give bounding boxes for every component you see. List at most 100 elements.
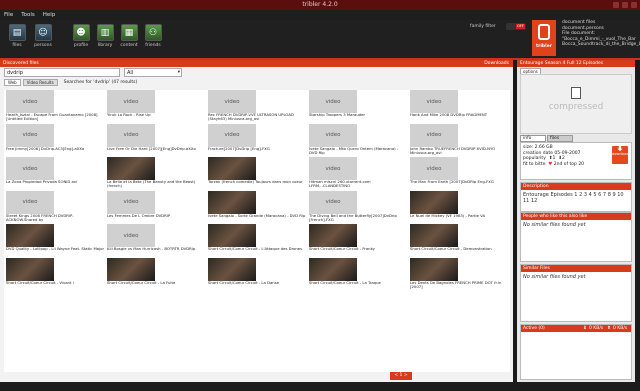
- result-title: John Rambo TRUEFRENCH DVDRIP XVID-NYO Mi…: [410, 146, 496, 155]
- info-rank: 2nd of top 20: [553, 161, 585, 167]
- result-title: Les Dents De Bagnoles FRENCH PRIME DOT f…: [410, 280, 502, 289]
- video-placeholder-icon: video: [107, 190, 155, 214]
- result-item[interactable]: Short Circuit/Coeur Circuit - La Danse: [208, 257, 309, 292]
- family-filter-toggle[interactable]: OFF: [506, 23, 526, 30]
- result-item[interactable]: Le Nuel de Mickey (VF 1983) - Partie VA: [410, 190, 511, 225]
- info-tabs: info files: [520, 135, 573, 142]
- persons-icon: ☺: [34, 24, 52, 41]
- result-item[interactable]: video The Diving Bell and the Butterfly[2…: [309, 190, 410, 225]
- people-also-like-empty: No similar files found yet: [523, 222, 586, 228]
- result-item[interactable]: Short Circuit/Coeur Circuit - Vivant !: [6, 257, 107, 292]
- content-label: content: [120, 43, 138, 48]
- search-input[interactable]: dvdrip: [4, 68, 120, 77]
- menu-file[interactable]: File: [4, 10, 13, 20]
- content-button[interactable]: ▦ content: [118, 24, 140, 48]
- close-button[interactable]: [631, 2, 637, 8]
- active-label: Active (0): [523, 326, 545, 331]
- video-placeholder-icon: video: [410, 157, 458, 180]
- description-header: Description: [521, 183, 631, 190]
- download-button[interactable]: ⬇ download: [612, 144, 629, 164]
- result-item[interactable]: Short Circuit/Coeur Circuit - La Fuite: [107, 257, 208, 292]
- tab-video-results[interactable]: Video Results: [22, 79, 58, 86]
- result-item[interactable]: video Starship Troopers 3 Marauder: [309, 90, 410, 124]
- video-placeholder-icon: video: [208, 123, 256, 147]
- result-thumbnail: [107, 157, 155, 180]
- result-thumbnail: [6, 257, 54, 281]
- result-item[interactable]: video The Man From Earth [2007]DvDRip Eng…: [410, 157, 511, 191]
- info-popularity: popularity: [523, 156, 546, 161]
- friends-button[interactable]: ⚇ friends: [142, 24, 164, 48]
- result-thumbnail: [410, 224, 458, 247]
- result-item[interactable]: video Fracture[2007]DvDrip [Eng]-FXG: [208, 123, 309, 158]
- persons-button[interactable]: ☺ persons: [32, 24, 54, 48]
- result-item[interactable]: video Kill Bosgie vs Man Hurricash - BOTR…: [107, 224, 208, 258]
- menu-bar: File Tools Help: [0, 10, 640, 20]
- profile-icon: ☻: [72, 24, 90, 41]
- library-button[interactable]: ▥ library: [94, 24, 116, 48]
- video-placeholder-icon: video: [208, 90, 256, 113]
- result-title: Short Circuit/Coeur Circuit - L'Attaque …: [208, 247, 303, 251]
- people-also-like-header: People who like this also like: [521, 213, 631, 220]
- tab-files[interactable]: files: [547, 135, 573, 142]
- category-select[interactable]: All ▾: [124, 68, 182, 77]
- maximize-button[interactable]: [622, 2, 628, 8]
- tab-web[interactable]: Web: [4, 79, 21, 86]
- video-placeholder-icon: video: [6, 90, 54, 113]
- result-item[interactable]: video Les Femmes De L Ombre DVDRIP: [107, 190, 208, 225]
- result-item[interactable]: video Hank And Mike 2008 DVDRip FRAGMENT: [410, 90, 511, 124]
- window-title: tribler 4.2.0: [302, 1, 338, 8]
- result-thumbnail: [6, 224, 54, 247]
- video-placeholder-icon: video: [410, 90, 458, 113]
- downloads-link[interactable]: Downloads: [484, 60, 509, 67]
- result-title: Hezdh_Isztai - Escape From Guantanamo [2…: [6, 113, 98, 122]
- result-title: Short Circuit/Coeur Circuit - Demonstrat…: [410, 247, 492, 251]
- pager[interactable]: < 1 >: [390, 372, 412, 380]
- result-title: The Diving Bell and the Butterfly[2007]D…: [309, 213, 397, 222]
- result-item[interactable]: La Belle et la Bete (The Beauty and the …: [107, 157, 208, 191]
- result-title: Hitman miscnl 260.xtorrent.com LFRM...CL…: [309, 180, 371, 189]
- window-controls: [613, 2, 637, 8]
- result-title: Free Jimmy[2006] DvDrip.AC3[Eng]-aXXo: [6, 146, 85, 151]
- result-item[interactable]: video Rec FRENCH DVDRIP-VVE ULTRASON UPLO…: [208, 90, 309, 124]
- result-item[interactable]: video Hezdh_Isztai - Escape From Guantana…: [6, 90, 107, 124]
- result-item[interactable]: video La Zona Propiedad Privada SONiD avi: [6, 157, 107, 191]
- result-title: Short Circuit/Coeur Circuit - La Traque: [309, 280, 381, 285]
- result-thumbnail: [208, 257, 256, 281]
- result-item[interactable]: Les Dents De Bagnoles FRENCH PRIME DOT f…: [410, 257, 511, 292]
- result-item[interactable]: Short Circuit/Coeur Circuit - Demonstrat…: [410, 224, 511, 258]
- files-icon: ▤: [8, 24, 26, 41]
- result-item[interactable]: Tarzan (french comedie) Toujours dans mo…: [208, 157, 309, 191]
- result-title: Hank And Mike 2008 DVDRip FRAGMENT: [410, 113, 488, 117]
- menu-tools[interactable]: Tools: [21, 10, 35, 20]
- library-icon: ▥: [96, 24, 114, 41]
- minimize-button[interactable]: [613, 2, 619, 8]
- result-item[interactable]: video Live Free Or Die Hard [2007][Eng]Dv…: [107, 123, 208, 158]
- result-title: Rec FRENCH DVDRIP-VVE ULTRASON UPLOAD (S…: [208, 113, 294, 122]
- result-thumbnail: [107, 257, 155, 281]
- result-item[interactable]: video Hitman miscnl 260.xtorrent.com LFRM…: [309, 157, 410, 191]
- info-seeders: 1: [552, 156, 556, 161]
- result-title: Ivete Sangalo - Mtb Quero Ontem (Maracan…: [309, 146, 399, 155]
- result-thumbnail: [309, 257, 357, 281]
- result-title: Ivete Sangalo - Sorte Grande (Maracana) …: [208, 213, 306, 218]
- profile-button[interactable]: ☻ profile: [70, 24, 92, 48]
- result-item[interactable]: Ivete Sangalo - Sorte Grande (Maracana) …: [208, 190, 309, 225]
- files-button[interactable]: ▤ files: [6, 24, 28, 48]
- family-filter-state: OFF: [516, 24, 525, 29]
- result-item[interactable]: video Yiruk La Rock - Rise Up: [107, 90, 208, 124]
- video-placeholder-icon: video: [410, 123, 458, 147]
- result-item[interactable]: Short Circuit/Coeur Circuit - Franky: [309, 224, 410, 258]
- result-thumbnail: [410, 257, 458, 281]
- result-item[interactable]: DVD Quality - Lollipop - Lil Wayne Feat.…: [6, 224, 107, 258]
- menu-help[interactable]: Help: [43, 10, 56, 20]
- result-item[interactable]: video Ivete Sangalo - Mtb Quero Ontem (Ma…: [309, 123, 410, 158]
- result-item[interactable]: video Street Kings 2008 FRENCH DVDRiP-ACK…: [6, 190, 107, 225]
- result-item[interactable]: Short Circuit/Coeur Circuit - L'Attaque …: [208, 224, 309, 258]
- result-item[interactable]: video John Rambo TRUEFRENCH DVDRIP XVID-N…: [410, 123, 511, 158]
- tab-info[interactable]: info: [520, 135, 546, 142]
- result-title: Starship Troopers 3 Marauder: [309, 113, 366, 117]
- result-item[interactable]: video Free Jimmy[2006] DvDrip.AC3[Eng]-aX…: [6, 123, 107, 158]
- result-title: Tarzan (french comedie) Toujours dans mo…: [208, 180, 303, 184]
- info-leechers: 2: [562, 156, 565, 161]
- result-item[interactable]: Short Circuit/Coeur Circuit - La Traque: [309, 257, 410, 292]
